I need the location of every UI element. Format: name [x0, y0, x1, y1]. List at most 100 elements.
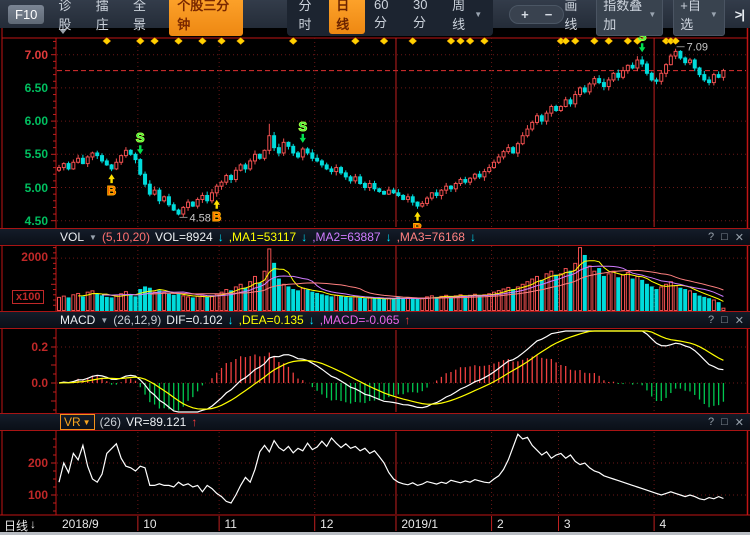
panorama-button[interactable]: 全景	[133, 0, 156, 33]
candle-body	[631, 65, 634, 68]
volume-bar	[196, 296, 199, 310]
candle-body	[392, 190, 395, 193]
signal-diamond-icon	[409, 38, 417, 45]
tab-60min[interactable]: 60分	[367, 0, 404, 32]
candle-body	[349, 177, 352, 181]
price-annotation: 7.09	[687, 42, 708, 54]
candle-body	[722, 71, 725, 78]
volume-bar	[287, 287, 290, 311]
draw-line-button[interactable]: 画线	[564, 0, 586, 33]
price-label-700: 7.00	[0, 48, 48, 62]
help-icon[interactable]: ?	[708, 314, 714, 327]
candle-body	[531, 122, 534, 129]
candle-body	[540, 116, 543, 121]
candle-body	[378, 189, 381, 192]
candle-body	[134, 154, 137, 159]
help-icon[interactable]: ?	[708, 416, 714, 429]
candle-body	[545, 113, 548, 121]
candle-body	[311, 153, 314, 158]
volume-bar	[301, 288, 304, 310]
vr-window-icons: ? □ ✕	[708, 416, 744, 429]
period-mode-label[interactable]: 日线 ↓	[4, 517, 36, 534]
collapse-panel-icon[interactable]: >|	[735, 7, 744, 22]
volume-bar	[478, 296, 481, 311]
macd-indicator-dropdown[interactable]: MACD	[60, 313, 95, 327]
help-icon[interactable]: ?	[708, 231, 714, 244]
candle-body	[273, 136, 276, 148]
volume-bar	[306, 290, 309, 310]
volume-bar	[182, 296, 185, 311]
down-arrow-icon: ↓	[301, 230, 307, 244]
candle-body	[488, 168, 491, 172]
zoom-in-button[interactable]: +	[521, 7, 529, 22]
candle-body	[703, 75, 706, 80]
candle-body	[210, 193, 213, 201]
candle-body	[684, 58, 687, 63]
add-watchlist-label: +自选	[680, 0, 707, 33]
volume-bar	[349, 298, 352, 311]
close-icon[interactable]: ✕	[735, 416, 744, 429]
leizhuang-button[interactable]: 擂庄	[96, 0, 119, 33]
close-icon[interactable]: ✕	[735, 231, 744, 244]
candle-body	[469, 178, 472, 182]
volume-bar	[545, 274, 548, 311]
volume-bar	[81, 297, 84, 311]
candle-body	[58, 168, 61, 171]
down-arrow-icon: ↓	[309, 313, 315, 327]
candle-body	[344, 173, 347, 177]
vr-indicator-dropdown[interactable]: VR ▼	[60, 414, 95, 430]
volume-bar	[650, 287, 653, 311]
volume-bar	[316, 293, 319, 310]
candle-body	[454, 184, 457, 189]
month-label: 2018/9	[62, 517, 99, 531]
price-label-650: 6.50	[0, 81, 48, 95]
candle-body	[282, 142, 285, 153]
maximize-icon[interactable]: □	[721, 416, 728, 429]
stock-diagnosis-button[interactable]: 诊股	[58, 0, 81, 33]
tab-30min[interactable]: 30分	[406, 0, 443, 32]
stock-three-minutes-button[interactable]: 个股三分钟	[169, 0, 243, 36]
volume-bar	[206, 297, 209, 310]
volume-bar	[167, 294, 170, 310]
index-overlay-dropdown[interactable]: 指数叠加 ▼	[596, 0, 663, 36]
vol-indicator-dropdown[interactable]: VOL	[60, 230, 84, 244]
zoom-out-button[interactable]: −	[545, 7, 553, 22]
candle-body	[674, 51, 677, 56]
candle-body	[301, 149, 304, 157]
maximize-icon[interactable]: □	[721, 314, 728, 327]
candle-body	[306, 149, 309, 153]
candle-body	[187, 202, 190, 207]
candle-body	[483, 172, 486, 177]
volume-bar	[378, 298, 381, 310]
candle-body	[325, 165, 328, 169]
signal-diamond-icon	[562, 38, 570, 45]
macd-scale-00: 0.0	[0, 376, 48, 390]
add-watchlist-dropdown[interactable]: +自选 ▼	[673, 0, 724, 36]
chevron-down-icon: ▼	[648, 10, 656, 19]
candle-body	[363, 184, 366, 188]
macd-panel-header: MACD ▼ (26,12,9) DIF=0.102 ↓ ,DEA=0.135 …	[0, 311, 750, 329]
tab-weekly[interactable]: 周线 ▼	[445, 0, 489, 34]
candle-body	[124, 150, 127, 155]
signal-diamond-icon	[605, 38, 613, 45]
volume-bar	[191, 298, 194, 311]
price-label-500: 5.00	[0, 181, 48, 195]
f10-button[interactable]: F10	[8, 5, 44, 24]
candle-body	[316, 158, 319, 161]
candle-body	[712, 75, 715, 83]
signal-diamond-icon	[175, 38, 183, 45]
tab-daily[interactable]: 日线	[329, 0, 365, 34]
toolbar: F10 诊股 擂庄 全景 个股三分钟 分时 日线 60分 30分 周线 ▼ + …	[0, 0, 750, 28]
chart-canvas[interactable]: 2018/91011122019/1234BSBSBS4.587.09	[0, 0, 750, 535]
maximize-icon[interactable]: □	[721, 231, 728, 244]
tab-fenshi[interactable]: 分时	[291, 0, 327, 34]
candle-body	[650, 73, 653, 80]
zoom-pill: + −	[509, 5, 564, 24]
month-label: 10	[143, 517, 157, 531]
chevron-down-icon: ▼	[710, 10, 718, 19]
down-arrow-icon: ↓	[386, 230, 392, 244]
volume-bar	[105, 297, 108, 310]
close-icon[interactable]: ✕	[735, 314, 744, 327]
candle-body	[297, 153, 300, 157]
volume-bar	[187, 297, 190, 311]
